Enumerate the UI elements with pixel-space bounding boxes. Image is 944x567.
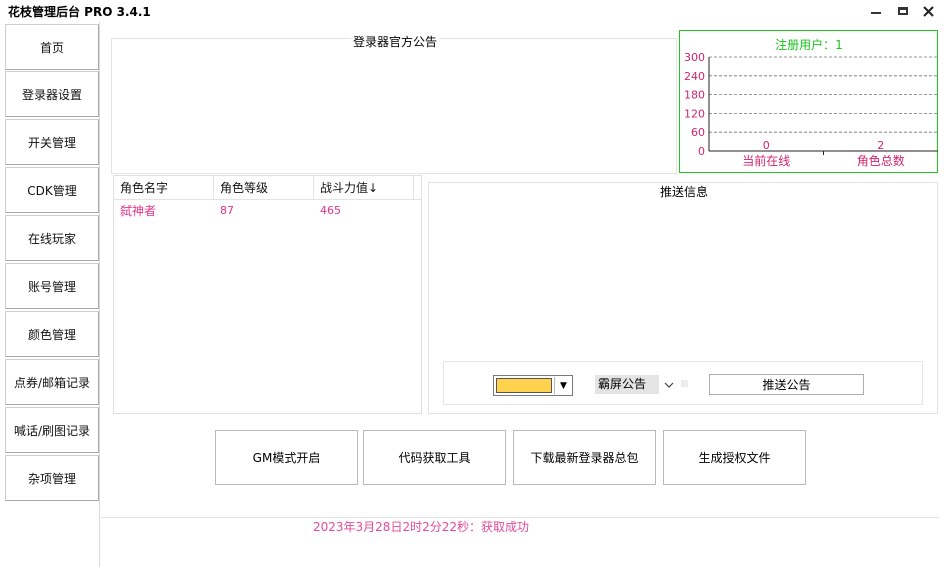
status-text: 2023年3月28日2时2分22秒：获取成功 <box>313 520 529 534</box>
title-bar: 花枝管理后台 PRO 3.4.1 <box>0 0 944 22</box>
chevron-down-icon[interactable] <box>661 376 677 393</box>
sidebar-item-cdk[interactable]: CDK管理 <box>5 167 99 213</box>
column-header-level[interactable]: 角色等级 <box>214 176 314 200</box>
minimize-button[interactable] <box>866 2 886 20</box>
stats-chart: 注册用户：1 0 60 120 180 240 300 0 2 当前在线 角色总数 <box>679 30 938 173</box>
push-controls: ▼ 霸屏公告 推送公告 <box>443 361 923 405</box>
y-tick-label: 0 <box>698 145 705 158</box>
player-table[interactable]: 角色名字 角色等级 战斗力值↓ 弑神者 87 465 <box>113 175 422 414</box>
code-tool-button[interactable]: 代码获取工具 <box>363 430 506 485</box>
chart-title: 注册用户：1 <box>775 37 843 52</box>
column-header-filler <box>414 176 422 200</box>
maximize-icon <box>898 7 908 15</box>
sidebar-item-colors[interactable]: 颜色管理 <box>5 311 99 357</box>
sidebar-item-online[interactable]: 在线玩家 <box>5 215 99 261</box>
sidebar-item-misc[interactable]: 杂项管理 <box>5 455 99 501</box>
cell-power: 465 <box>320 204 341 217</box>
close-icon <box>922 5 934 17</box>
maximize-button[interactable] <box>893 2 913 20</box>
column-header-name[interactable]: 角色名字 <box>114 176 214 200</box>
push-type-value: 霸屏公告 <box>595 375 659 394</box>
option-indicator <box>681 380 688 387</box>
sidebar-item-accounts[interactable]: 账号管理 <box>5 263 99 309</box>
color-swatch <box>496 378 552 393</box>
x-tick-label: 角色总数 <box>857 153 905 168</box>
push-type-select[interactable]: 霸屏公告 <box>595 375 679 394</box>
cell-name: 弑神者 <box>120 204 157 218</box>
y-tick-label: 300 <box>684 51 705 64</box>
minimize-icon <box>871 12 881 14</box>
close-button[interactable] <box>918 2 938 20</box>
column-header-power[interactable]: 战斗力值↓ <box>314 176 414 200</box>
generate-license-button[interactable]: 生成授权文件 <box>663 430 806 485</box>
y-tick-label: 120 <box>684 107 705 120</box>
y-tick-label: 60 <box>691 126 705 139</box>
push-title: 推送信息 <box>659 185 708 199</box>
bar-value-label: 2 <box>877 139 884 152</box>
y-tick-label: 180 <box>684 89 705 102</box>
chart-canvas: 注册用户：1 0 60 120 180 240 300 0 2 当前在线 角色总数 <box>684 37 938 168</box>
push-announcement-button[interactable]: 推送公告 <box>709 374 864 395</box>
y-tick-label: 240 <box>684 70 705 83</box>
color-picker[interactable]: ▼ <box>493 375 573 396</box>
sidebar-item-launcher[interactable]: 登录器设置 <box>5 71 99 117</box>
sidebar-item-shout[interactable]: 喊话/刷图记录 <box>5 407 99 453</box>
sidebar: 首页 登录器设置 开关管理 CDK管理 在线玩家 账号管理 颜色管理 点券/邮箱… <box>0 22 100 567</box>
gm-mode-button[interactable]: GM模式开启 <box>215 430 358 485</box>
bar-value-label: 0 <box>763 139 770 152</box>
download-package-button[interactable]: 下载最新登录器总包 <box>513 430 656 485</box>
window-title: 花枝管理后台 PRO 3.4.1 <box>8 5 151 19</box>
announcement-panel[interactable]: 登录器官方公告 <box>111 35 677 174</box>
announcement-title: 登录器官方公告 <box>350 35 439 49</box>
sidebar-item-switches[interactable]: 开关管理 <box>5 119 99 165</box>
sidebar-item-coupons[interactable]: 点券/邮箱记录 <box>5 359 99 405</box>
cell-level: 87 <box>220 204 234 217</box>
dropdown-arrow-icon[interactable]: ▼ <box>554 377 572 394</box>
sidebar-item-home[interactable]: 首页 <box>5 24 99 70</box>
x-tick-label: 当前在线 <box>742 153 790 168</box>
